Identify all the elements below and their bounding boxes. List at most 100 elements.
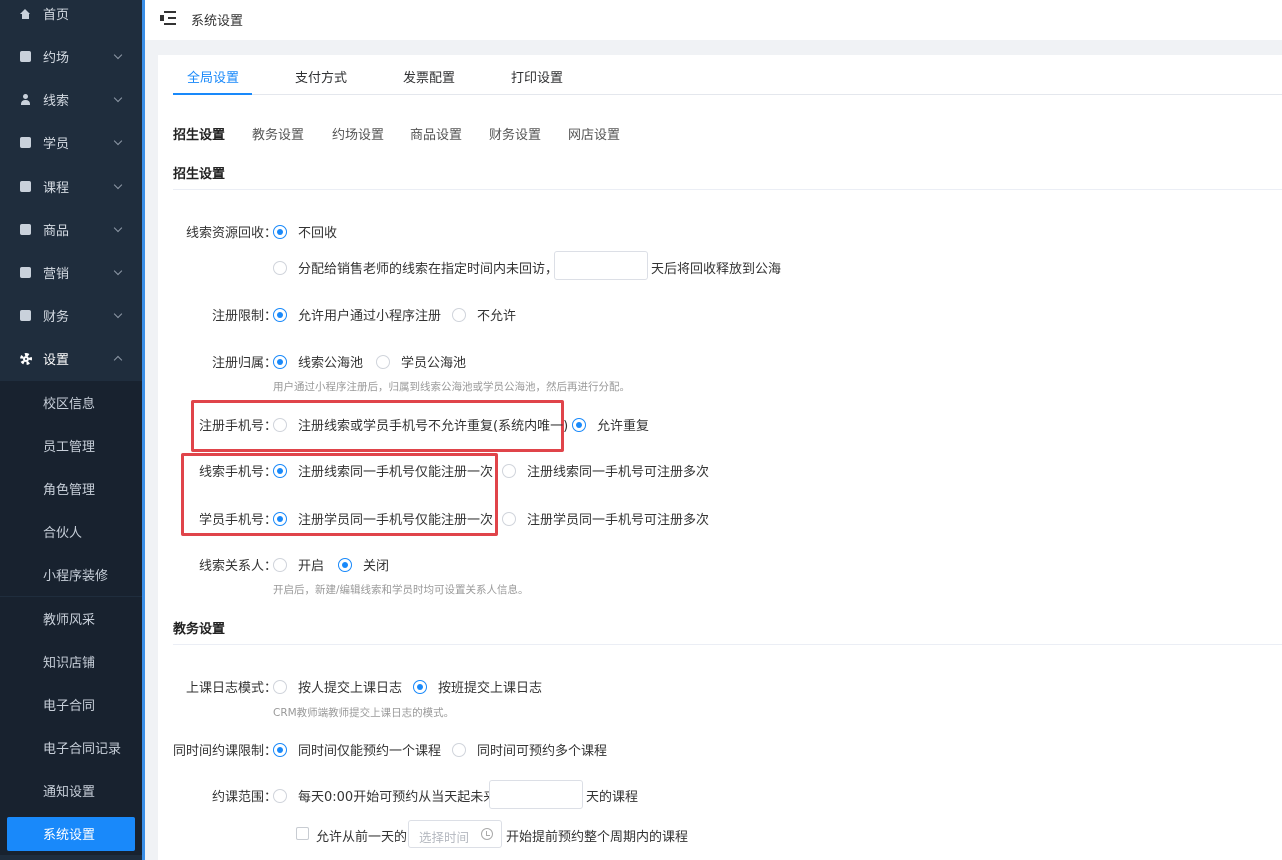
recycle-timeout-radio[interactable]: 分配给销售老师的线索在指定时间内未回访， xyxy=(273,258,558,277)
phone-unique-radio[interactable]: 注册线索或学员手机号不允许重复(系统内唯一) xyxy=(273,415,568,434)
sidebar-subitem-campus-info[interactable]: 校区信息 xyxy=(0,381,142,424)
sidebar-item-label: 设置 xyxy=(43,353,70,368)
log-by-class-radio[interactable]: 按班提交上课日志 xyxy=(413,677,542,696)
sidebar-subitem-contract-records[interactable]: 电子合同记录 xyxy=(0,726,142,769)
sidebar-item-finance[interactable]: 财务 xyxy=(0,294,142,337)
owner-lead-pool-radio[interactable]: 线索公海池 xyxy=(273,352,363,371)
sidebar-subitem-label: 合伙人 xyxy=(43,526,83,541)
radio-label: 同时间仅能预约一个课程 xyxy=(298,744,442,759)
subtab-teaching[interactable]: 教务设置 xyxy=(252,124,304,143)
settings-panel: 全局设置 支付方式 发票配置 打印设置 招生设置 教务设置 约场设置 商品设置 … xyxy=(158,55,1282,860)
collapse-menu-icon[interactable] xyxy=(160,11,176,25)
reg-allow-radio[interactable]: 允许用户通过小程序注册 xyxy=(273,305,441,324)
tag-icon xyxy=(19,266,32,279)
radio-label: 允许重复 xyxy=(597,419,650,434)
subtab-products[interactable]: 商品设置 xyxy=(410,124,462,143)
sidebar-subitem-partners[interactable]: 合伙人 xyxy=(0,510,142,553)
sidebar-item-home[interactable]: 首页 xyxy=(0,0,142,35)
sidebar-subitem-label: 知识店铺 xyxy=(43,656,96,671)
sidebar-item-booking[interactable]: 约场 xyxy=(0,35,142,78)
sidebar-subitem-system-settings[interactable]: 系统设置 xyxy=(0,812,142,855)
sidebar-item-settings[interactable]: 设置 xyxy=(0,337,142,380)
limit-multiple-radio[interactable]: 同时间可预约多个课程 xyxy=(452,740,607,759)
contact-hint: 开启后，新建/编辑线索和学员时均可设置关系人信息。 xyxy=(273,584,529,596)
contact-label: 线索关系人： xyxy=(199,559,278,574)
chevron-down-icon xyxy=(113,309,123,319)
tab-payment[interactable]: 支付方式 xyxy=(295,67,347,86)
tab-print[interactable]: 打印设置 xyxy=(511,67,563,86)
subtab-shop[interactable]: 网店设置 xyxy=(568,124,620,143)
time-picker-input[interactable]: 选择时间 xyxy=(408,820,502,848)
sidebar-subitem-knowledge-shop[interactable]: 知识店铺 xyxy=(0,640,142,683)
radio-label: 线索公海池 xyxy=(298,356,364,371)
radio-label: 按班提交上课日志 xyxy=(438,681,543,696)
radio-label: 不允许 xyxy=(477,309,517,324)
sidebar-subitem-contracts[interactable]: 电子合同 xyxy=(0,683,142,726)
sidebar-item-marketing[interactable]: 营销 xyxy=(0,251,142,294)
phone-allow-dup-radio[interactable]: 允许重复 xyxy=(572,415,649,434)
page-title: 系统设置 xyxy=(191,14,244,29)
sidebar-item-students[interactable]: 学员 xyxy=(0,121,142,164)
reg-limit-label: 注册限制： xyxy=(212,309,278,324)
sidebar: 首页 约场 线索 学员 课程 商品 营销 财务 设置 校区信息 员工管理 角色管… xyxy=(0,0,142,860)
chevron-down-icon xyxy=(113,50,123,60)
log-by-person-radio[interactable]: 按人提交上课日志 xyxy=(273,677,402,696)
recycle-days-suffix: 天后将回收释放到公海 xyxy=(651,262,782,277)
sidebar-item-label: 商品 xyxy=(43,224,70,239)
owner-student-pool-radio[interactable]: 学员公海池 xyxy=(376,352,466,371)
student-phone-multi-radio[interactable]: 注册学员同一手机号可注册多次 xyxy=(502,509,709,528)
sidebar-item-label: 课程 xyxy=(43,181,70,196)
subtab-finance[interactable]: 财务设置 xyxy=(489,124,541,143)
contact-off-radio[interactable]: 关闭 xyxy=(338,555,389,574)
range-days-input[interactable] xyxy=(489,780,583,809)
id-card-icon xyxy=(19,136,32,149)
log-mode-label: 上课日志模式： xyxy=(186,681,278,696)
radio-label: 注册学员同一手机号仅能注册一次 xyxy=(298,513,494,528)
sidebar-subitem-label: 小程序装修 xyxy=(43,569,109,584)
contact-on-radio[interactable]: 开启 xyxy=(273,555,324,574)
recycle-days-input[interactable] xyxy=(554,251,648,280)
log-mode-hint: CRM教师端教师提交上课日志的模式。 xyxy=(273,707,455,719)
subtab-enrollment[interactable]: 招生设置 xyxy=(173,124,225,143)
sidebar-subitem-roles[interactable]: 角色管理 xyxy=(0,467,142,510)
sidebar-subitem-teachers[interactable]: 教师风采 xyxy=(0,597,142,640)
radio-label: 分配给销售老师的线索在指定时间内未回访， xyxy=(298,262,559,277)
reg-disallow-radio[interactable]: 不允许 xyxy=(452,305,516,324)
sidebar-subitem-miniprogram[interactable]: 小程序装修 xyxy=(0,553,142,596)
reg-owner-label: 注册归属： xyxy=(212,356,278,371)
sidebar-subitem-label: 系统设置 xyxy=(43,828,96,843)
chevron-down-icon xyxy=(113,93,123,103)
sidebar-item-label: 线索 xyxy=(43,94,70,109)
student-phone-label: 学员手机号： xyxy=(199,513,278,528)
limit-single-radio[interactable]: 同时间仅能预约一个课程 xyxy=(273,740,441,759)
range-days-suffix: 天的课程 xyxy=(586,790,639,805)
subtab-venue[interactable]: 约场设置 xyxy=(332,124,384,143)
time-picker-placeholder: 选择时间 xyxy=(419,830,470,845)
advance-booking-checkbox[interactable] xyxy=(296,827,309,840)
sidebar-subitem-label: 员工管理 xyxy=(43,440,96,455)
sidebar-subitem-notifications[interactable]: 通知设置 xyxy=(0,769,142,812)
sidebar-item-products[interactable]: 商品 xyxy=(0,208,142,251)
booking-range-label: 约课范围： xyxy=(212,790,278,805)
yen-icon xyxy=(19,309,32,322)
lead-phone-once-radio[interactable]: 注册线索同一手机号仅能注册一次 xyxy=(273,461,493,480)
radio-label: 同时间可预约多个课程 xyxy=(477,744,608,759)
clock-icon xyxy=(481,828,493,840)
range-days-radio[interactable]: 每天0:00开始可预约从当天起未来 xyxy=(273,786,496,805)
student-phone-once-radio[interactable]: 注册学员同一手机号仅能注册一次 xyxy=(273,509,493,528)
sidebar-item-leads[interactable]: 线索 xyxy=(0,78,142,121)
sidebar-edge xyxy=(142,0,145,860)
section-title-teaching: 教务设置 xyxy=(173,622,226,637)
radio-label: 学员公海池 xyxy=(401,356,467,371)
tab-invoice[interactable]: 发票配置 xyxy=(403,67,455,86)
recycle-none-radio[interactable]: 不回收 xyxy=(273,222,337,241)
sidebar-subitem-staff[interactable]: 员工管理 xyxy=(0,424,142,467)
sidebar-item-courses[interactable]: 课程 xyxy=(0,165,142,208)
topbar: 系统设置 xyxy=(145,0,1282,40)
section-title-enrollment: 招生设置 xyxy=(173,167,226,182)
tab-global-settings[interactable]: 全局设置 xyxy=(187,67,239,86)
book-icon xyxy=(19,180,32,193)
lead-phone-multi-radio[interactable]: 注册线索同一手机号可注册多次 xyxy=(502,461,709,480)
chevron-down-icon xyxy=(113,180,123,190)
chevron-down-icon xyxy=(113,136,123,146)
